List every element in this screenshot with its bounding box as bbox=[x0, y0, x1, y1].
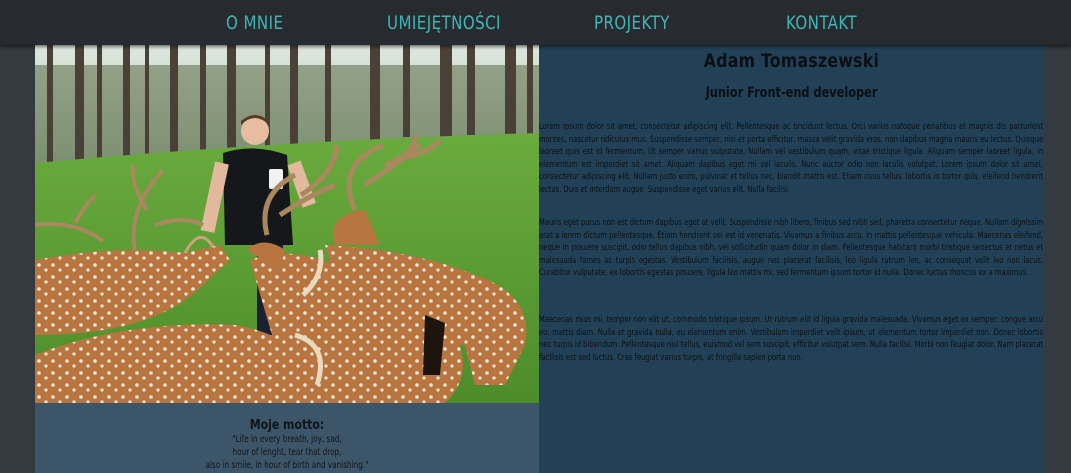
profile-name: Adam Tomaszewski bbox=[703, 50, 880, 72]
motto-line: also in smile, in hour of birth and vani… bbox=[205, 460, 369, 471]
motto-box: Moje motto: "Life in every breath, joy, … bbox=[35, 403, 539, 473]
about-paragraph-2: Mauris eget purus non est dictum dapibus… bbox=[539, 217, 1044, 278]
nav-link-contact[interactable]: KONTAKT bbox=[786, 0, 857, 45]
profile-role: Junior Front-end developer bbox=[705, 85, 878, 101]
about-paragraph-1: Lorem ipsum dolor sit amet, consectetur … bbox=[539, 121, 1044, 194]
nav-link-skills[interactable]: UMIEJĘTNOŚCI bbox=[387, 0, 501, 45]
motto-line: hour of lenght, tear that drop, bbox=[232, 447, 342, 458]
about-paragraph-3: Maecenas risus mi, tempor non elit ut, c… bbox=[539, 314, 1044, 362]
nav-link-projects[interactable]: PROJEKTY bbox=[594, 0, 670, 45]
page-margin bbox=[1044, 45, 1071, 473]
nav-link-about[interactable]: O MNIE bbox=[226, 0, 283, 45]
profile-photo bbox=[35, 45, 539, 403]
photo-man-feeding-deer-icon bbox=[35, 45, 539, 403]
profile-panel: Adam Tomaszewski Junior Front-end develo… bbox=[539, 45, 1044, 473]
motto-line: "Life in every breath, joy, sad, bbox=[232, 434, 342, 445]
motto-title: Moje motto: bbox=[249, 417, 325, 433]
top-navbar: O MNIE UMIEJĘTNOŚCI PROJEKTY KONTAKT bbox=[0, 0, 1071, 45]
